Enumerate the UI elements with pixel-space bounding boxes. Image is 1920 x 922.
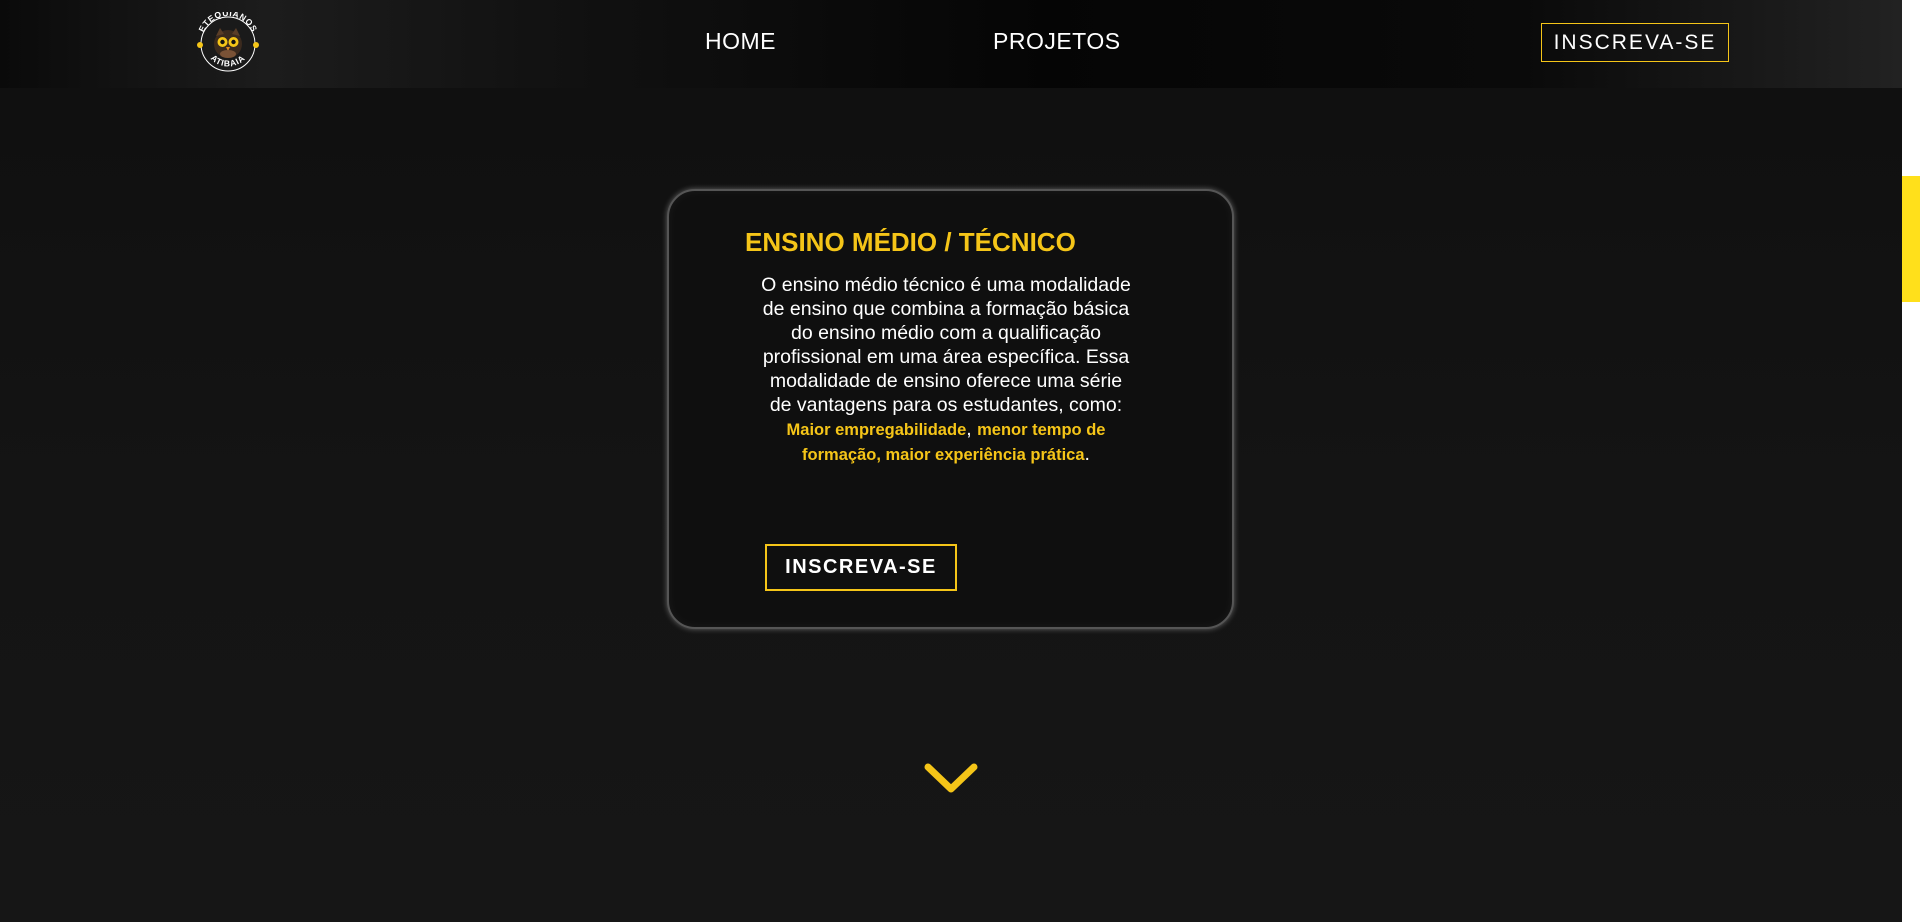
- separator: ,: [876, 446, 886, 464]
- nav-home-link[interactable]: HOME: [705, 28, 776, 55]
- header-subscribe-button[interactable]: INSCREVA-SE: [1541, 23, 1729, 62]
- chevron-down-icon: [924, 763, 978, 793]
- separator: ,: [966, 418, 978, 440]
- highlight-empregabilidade: Maior empregabilidade: [786, 421, 967, 439]
- course-card: ENSINO MÉDIO / TÉCNICO O ensino médio té…: [667, 189, 1234, 629]
- card-subscribe-button[interactable]: INSCREVA-SE: [765, 544, 957, 591]
- nav-projetos-link[interactable]: PROJETOS: [993, 28, 1121, 55]
- scrollbar-thumb[interactable]: [1902, 176, 1920, 302]
- page: ETEQUIANOS ATIBAIA HOME PROJETOS INSCREV…: [0, 0, 1920, 922]
- card-description-intro: O ensino médio técnico é uma modalidade …: [761, 274, 1131, 416]
- navbar: ETEQUIANOS ATIBAIA HOME PROJETOS INSCREV…: [0, 0, 1902, 88]
- owl-icon: ETEQUIANOS ATIBAIA: [196, 12, 259, 72]
- card-title: ENSINO MÉDIO / TÉCNICO: [745, 227, 1076, 257]
- period: .: [1084, 443, 1090, 465]
- scroll-down-button[interactable]: [924, 762, 978, 796]
- card-description: O ensino médio técnico é uma modalidade …: [761, 273, 1131, 467]
- highlight-experiencia-pratica: maior experiência prática: [885, 446, 1085, 464]
- logo[interactable]: ETEQUIANOS ATIBAIA: [192, 12, 264, 76]
- scrollbar-track[interactable]: [1902, 0, 1920, 922]
